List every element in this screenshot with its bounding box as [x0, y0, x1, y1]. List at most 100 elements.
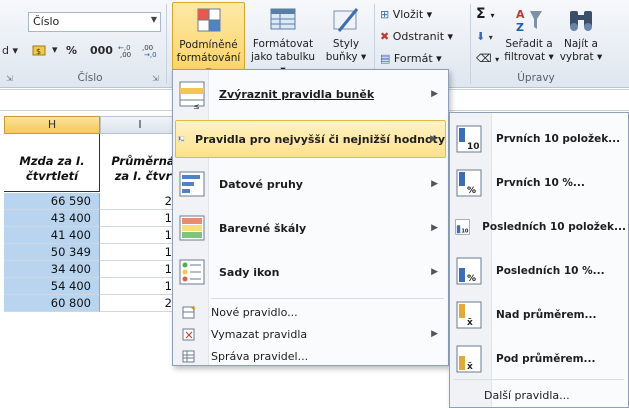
column-header-i[interactable]: I [100, 116, 180, 134]
bottom-10-items-icon: 10 [455, 219, 470, 235]
find-select-line2: vybrat ▾ [559, 51, 603, 63]
find-select-button[interactable]: Najít a vybrat ▾ [558, 5, 604, 64]
cell-h-value[interactable]: 54 400 [4, 278, 100, 295]
clear-icon[interactable]: ⌫ ▾ [476, 52, 499, 65]
submenu-arrow-icon: ▶ [431, 179, 438, 189]
insert-cells-icon: ⊞ [380, 8, 390, 21]
format-table-icon [268, 5, 298, 35]
delete-button[interactable]: ✖ Odstranit ▾ [380, 30, 453, 43]
bottom-10-percent-icon: % [456, 257, 482, 285]
svg-text:≤: ≤ [193, 102, 200, 110]
top-10-items-icon: 10 [456, 125, 482, 153]
above-average-icon: x̄ [456, 301, 482, 329]
fill-icon[interactable]: ⬇ ▾ [476, 30, 493, 43]
menu-item-highlight-cells[interactable]: ≤ Zvýraznit pravidla buněk ▶ [175, 76, 446, 112]
format-cells-icon: ▤ [380, 52, 391, 65]
conditional-formatting-icon [194, 6, 224, 36]
edit-group-label: Úpravy [517, 72, 555, 84]
submenu-arrow-icon: ▶ [431, 329, 438, 339]
format-table-line1: Formátovat [252, 38, 314, 50]
svg-text:Z: Z [516, 21, 524, 34]
binoculars-icon [566, 5, 596, 35]
manage-rules-icon [182, 350, 195, 363]
menu-item-manage-rules[interactable]: Správa pravidel... [175, 346, 446, 366]
sort-filter-line1: Seřadit a [505, 38, 553, 50]
submenu-arrow-icon: ▶ [431, 89, 438, 99]
menu-item-new-rule[interactable]: ✦ Nové pravidlo... [175, 302, 446, 322]
cell-h-value[interactable]: 50 349 [4, 244, 100, 261]
number-group-label: Číslo [77, 72, 103, 84]
cell-i-value[interactable]: 1 [100, 278, 180, 295]
sort-filter-button[interactable]: AZ Seřadit a filtrovat ▾ [502, 5, 556, 64]
menu-item-bottom-10-items[interactable]: 10 Posledních 10 položek... [452, 209, 626, 245]
menu-item-below-average[interactable]: x̄ Pod průměrem... [452, 341, 626, 377]
top-10-percent-icon: % [456, 169, 482, 197]
chevron-down-icon: ▼ [150, 15, 157, 24]
format-button[interactable]: ▤ Formát ▾ [380, 52, 442, 65]
accounting-format-icon[interactable]: $ [32, 44, 50, 61]
highlight-cells-icon: ≤ [179, 81, 205, 110]
below-average-icon: x̄ [456, 345, 482, 373]
top-bottom-rules-icon: 10 [178, 136, 184, 142]
menu-item-data-bars[interactable]: Datové pruhy ▶ [175, 166, 446, 202]
dialog-launcher-icon[interactable]: ⇲ [152, 74, 159, 83]
cell-i-value[interactable]: 1 [100, 261, 180, 278]
conditional-formatting-menu: ≤ Zvýraznit pravidla buněk ▶ 10 Pravidla… [172, 69, 449, 366]
cell-styles-button[interactable]: Styly buňky ▾ [322, 5, 370, 64]
color-scales-icon [179, 215, 205, 241]
menu-item-top-10-percent[interactable]: % Prvních 10 %... [452, 165, 626, 201]
format-as-table-button[interactable]: Formátovat jako tabulku ▾ [248, 5, 318, 77]
conditional-formatting-button[interactable]: Podmíněné formátování ▾ [172, 2, 245, 77]
decrease-decimal-icon[interactable]: ,00 →,0 [142, 42, 162, 61]
menu-item-icon-sets[interactable]: Sady ikon ▶ [175, 254, 446, 290]
cell-i-value[interactable]: 1 [100, 244, 180, 261]
cell-styles-icon [331, 5, 361, 35]
header-cell-i[interactable]: Průměrná za I. čtvr [104, 154, 182, 184]
percent-style-button[interactable]: % [66, 44, 77, 57]
menu-item-above-average[interactable]: x̄ Nad průměrem... [452, 297, 626, 333]
cell-h-value[interactable]: 34 400 [4, 261, 100, 278]
cond-format-line1: Podmíněné [179, 39, 238, 51]
svg-text:10: 10 [461, 229, 469, 235]
cell-styles-line1: Styly [332, 38, 360, 50]
svg-text:,00: ,00 [120, 51, 131, 58]
icon-sets-icon [179, 259, 205, 285]
cell-h-value[interactable]: 66 590 [4, 193, 100, 210]
new-rule-icon: ✦ [182, 304, 197, 319]
svg-text:%: % [467, 274, 476, 284]
svg-text:→,0: →,0 [144, 51, 157, 58]
worksheet-grid[interactable]: Mzda za I. čtvrtletí Průměrná za I. čtvr… [0, 134, 180, 408]
insert-button[interactable]: ⊞ Vložit ▾ [380, 8, 432, 21]
cell-h-value[interactable]: 60 800 [4, 295, 100, 312]
cell-i-value[interactable]: 1 [100, 227, 180, 244]
cell-i-value[interactable]: 2 [100, 193, 180, 210]
cell-h-value[interactable]: 41 400 [4, 227, 100, 244]
svg-text:10: 10 [467, 142, 480, 152]
sort-filter-line2: filtrovat ▾ [504, 51, 554, 63]
menu-item-clear-rules[interactable]: Vymazat pravidla ▶ [175, 324, 446, 344]
chevron-down-icon[interactable]: ▾ [52, 43, 58, 56]
menu-item-color-scales[interactable]: Barevné škály ▶ [175, 210, 446, 246]
menu-item-top-bottom-rules[interactable]: 10 Pravidla pro nejvyšší či nejnižší hod… [175, 120, 446, 158]
autosum-icon[interactable]: Σ ▾ [476, 6, 494, 22]
menu-item-bottom-10-percent[interactable]: % Posledních 10 %... [452, 253, 626, 289]
cell-h-value[interactable]: 43 400 [4, 210, 100, 227]
thousands-separator-button[interactable]: 000 [90, 44, 113, 57]
svg-text:x̄: x̄ [467, 362, 473, 372]
chevron-left-icon[interactable]: d ▾ [2, 44, 18, 57]
svg-text:$: $ [36, 47, 41, 56]
number-format-select[interactable]: Číslo ▼ [28, 12, 161, 32]
menu-item-more-rules[interactable]: Další pravidla... [452, 385, 626, 405]
cell-styles-line2: buňky ▾ [325, 51, 367, 63]
dialog-launcher-icon[interactable]: ⇲ [6, 74, 13, 83]
submenu-arrow-icon: ▶ [430, 134, 437, 144]
header-cell-h[interactable]: Mzda za I. čtvrtletí [4, 154, 100, 184]
svg-text:A: A [516, 8, 525, 21]
increase-decimal-icon[interactable]: ←,0,00 [118, 42, 138, 61]
find-select-line1: Najít a [563, 38, 598, 50]
cell-i-value[interactable]: 2 [100, 295, 180, 312]
cell-i-value[interactable]: 1 [100, 210, 180, 227]
menu-item-top-10-items[interactable]: 10 Prvních 10 položek... [452, 121, 626, 157]
column-header-h[interactable]: H [4, 116, 100, 134]
svg-text:✦: ✦ [190, 304, 197, 313]
